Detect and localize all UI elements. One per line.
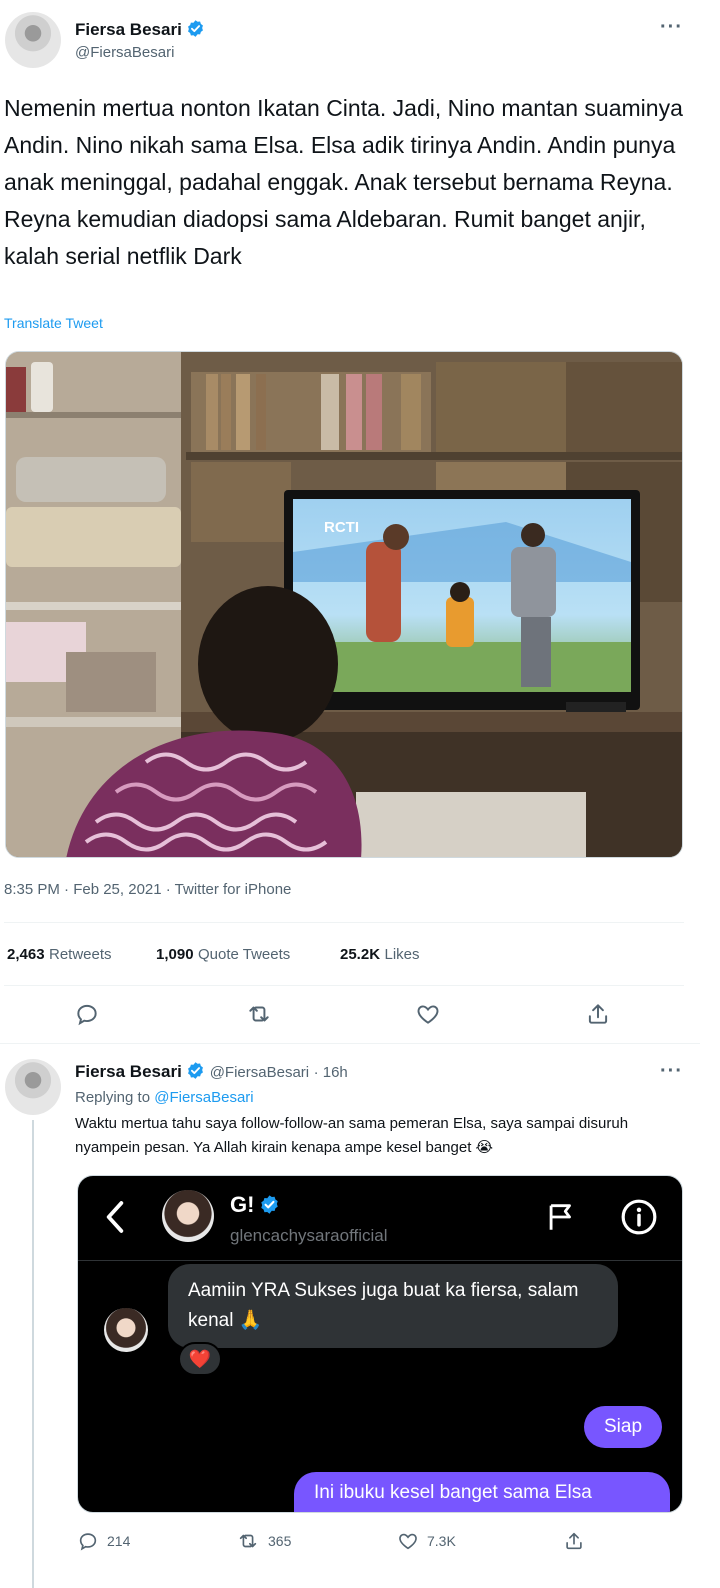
- quotes-count: 1,090: [156, 946, 194, 963]
- retweets-stat[interactable]: 2,463 Retweets: [7, 946, 112, 964]
- likes-stat[interactable]: 25.2K Likes: [340, 946, 420, 964]
- reply-header[interactable]: Fiersa Besari @FiersaBesari · 16h: [75, 1061, 348, 1085]
- author-handle[interactable]: @FiersaBesari: [75, 44, 174, 61]
- flag-icon: [544, 1200, 578, 1239]
- reply-author-name[interactable]: Fiersa Besari: [75, 1062, 182, 1081]
- reply-icon: [79, 1533, 97, 1551]
- reply-reply-button[interactable]: 214: [77, 1530, 130, 1552]
- dm-outgoing-message-1: Siap: [584, 1406, 663, 1448]
- likes-label: Likes: [384, 946, 420, 963]
- retweet-icon[interactable]: [245, 1001, 273, 1032]
- dm-contact-handle: glencachysaraofficial: [230, 1226, 388, 1245]
- replying-to: Replying to @FiersaBesari: [75, 1089, 254, 1106]
- back-icon: [102, 1198, 128, 1241]
- verified-badge-icon: [259, 1194, 280, 1220]
- likes-count: 25.2K: [340, 946, 381, 963]
- reply-media-dm-screenshot[interactable]: G! glencachysaraofficial Aamiin YRA Suks…: [77, 1175, 683, 1513]
- living-room-photo: RCTI: [6, 352, 682, 857]
- dm-outgoing-message-2: Ini ibuku kesel banget sama Elsa: [294, 1472, 670, 1512]
- dm-contact-name: G!: [230, 1192, 255, 1217]
- author-avatar[interactable]: [5, 12, 61, 68]
- reply-retweet-button[interactable]: 365: [236, 1530, 291, 1552]
- dm-heart-reaction: ❤️: [178, 1342, 222, 1376]
- reply-more-options-icon[interactable]: ···: [660, 1060, 683, 1083]
- quote-tweets-stat[interactable]: 1,090 Quote Tweets: [156, 946, 290, 964]
- reply-author-handle[interactable]: @FiersaBesari: [210, 1064, 309, 1081]
- divider: [4, 922, 684, 923]
- reply-likes-count: 7.3K: [427, 1533, 456, 1549]
- dm-contact-avatar: [162, 1190, 214, 1242]
- reply-share-button[interactable]: [563, 1530, 585, 1552]
- dm-contact-name-row: G!: [230, 1192, 280, 1220]
- like-icon: [399, 1533, 417, 1550]
- author-name-row[interactable]: Fiersa Besari: [75, 19, 205, 43]
- reply-time[interactable]: · 16h: [314, 1064, 348, 1081]
- more-options-icon[interactable]: ···: [660, 16, 683, 39]
- like-icon[interactable]: [415, 1001, 441, 1032]
- tweet-media-image[interactable]: RCTI: [5, 351, 683, 858]
- reply-like-button[interactable]: 7.3K: [397, 1530, 456, 1552]
- replying-prefix: Replying to: [75, 1089, 151, 1106]
- reply-icon[interactable]: [74, 1001, 100, 1032]
- dm-header-divider: [78, 1260, 682, 1261]
- tweet-text: Nemenin mertua nonton Ikatan Cinta. Jadi…: [4, 95, 683, 269]
- reply-thread-line: [32, 1120, 34, 1588]
- reply-replies-count: 214: [107, 1533, 131, 1549]
- author-name[interactable]: Fiersa Besari: [75, 20, 182, 39]
- quotes-label: Quote Tweets: [198, 946, 291, 963]
- replying-handle-link[interactable]: @FiersaBesari: [154, 1089, 253, 1106]
- reply-retweets-count: 365: [268, 1533, 292, 1549]
- reply-text: Waktu mertua tahu saya follow-follow-an …: [75, 1115, 629, 1156]
- retweets-label: Retweets: [49, 946, 112, 963]
- tv-channel-logo: RCTI: [324, 519, 359, 536]
- retweets-count: 2,463: [7, 946, 45, 963]
- dm-incoming-message: Aamiin YRA Sukses juga buat ka fiersa, s…: [168, 1264, 618, 1348]
- verified-badge-icon: [186, 19, 205, 43]
- retweet-icon: [239, 1534, 257, 1548]
- divider: [0, 1043, 700, 1044]
- reply-author-avatar[interactable]: [5, 1059, 61, 1115]
- divider: [4, 985, 684, 986]
- verified-badge-icon: [186, 1061, 205, 1085]
- translate-tweet-link[interactable]: Translate Tweet: [4, 315, 103, 331]
- share-icon: [566, 1532, 582, 1550]
- info-icon: [620, 1198, 658, 1241]
- share-icon[interactable]: [585, 1001, 611, 1032]
- dm-sender-avatar: [104, 1308, 148, 1352]
- tweet-timestamp[interactable]: 8:35 PM · Feb 25, 2021 · Twitter for iPh…: [4, 881, 291, 898]
